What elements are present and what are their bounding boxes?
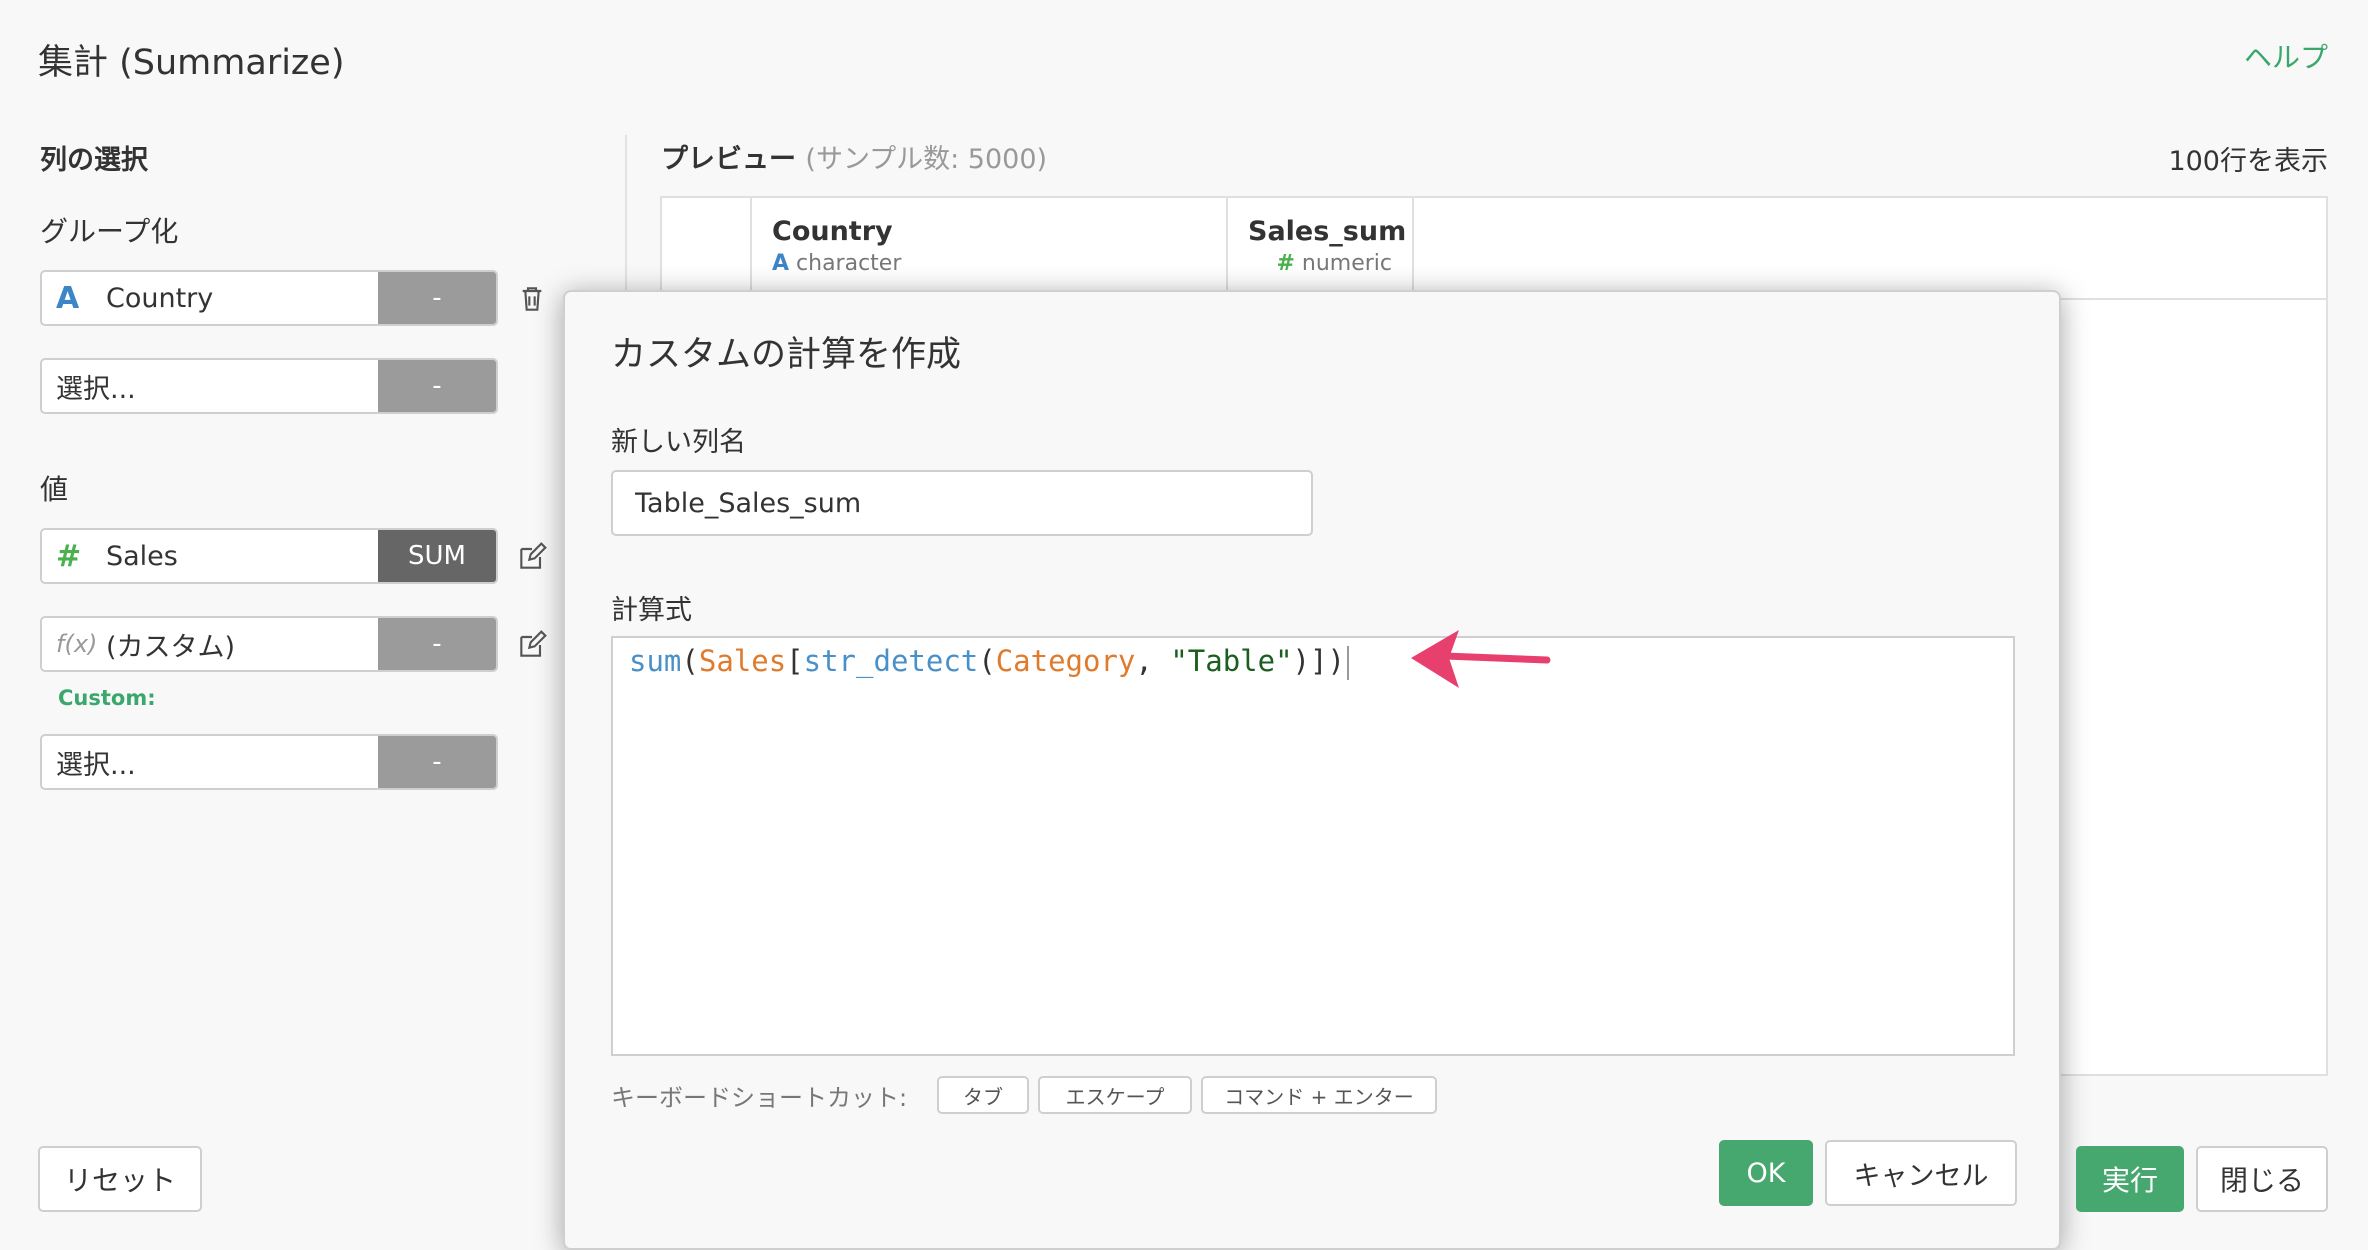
page-title: 集計 (Summarize) [38,43,345,83]
value-field-name: Sales [106,540,178,572]
ok-button[interactable]: OK [1719,1140,1813,1206]
cancel-button[interactable]: キャンセル [1825,1140,2017,1206]
column-header-country[interactable]: Country A character [752,198,1228,298]
run-button[interactable]: 実行 [2076,1146,2184,1212]
group-field-agg-button[interactable]: - [378,272,496,324]
group-field-country[interactable]: A Country - [40,270,498,326]
column-type-text: character [796,251,902,276]
sample-size-info: (サンプル数: 5000) [805,144,1048,175]
formula-token: ( [681,644,699,678]
group-field-select[interactable]: 選択... - [40,358,498,414]
column-type-text: numeric [1301,251,1392,276]
shortcut-command-enter[interactable]: コマンド + エンター [1201,1076,1437,1114]
custom-field-name: (カスタム) [106,631,236,663]
column-type: A character [772,251,1206,276]
help-link[interactable]: ヘルプ [2244,36,2328,76]
formula-token: [ [786,644,804,678]
value-select-agg-button[interactable]: - [378,736,496,788]
rows-info[interactable]: 100行を表示 [2168,139,2328,178]
value-select-placeholder: 選択... [56,749,136,781]
column-name: Country [772,216,893,247]
edit-icon[interactable] [516,629,548,661]
formula-token: sum [629,644,682,678]
formula-token: ( [978,644,996,678]
group-select-agg-button[interactable]: - [378,360,496,412]
preview-title: プレビュー (サンプル数: 5000) [661,137,1047,176]
shortcut-tab[interactable]: タブ [937,1076,1029,1114]
column-selection-title: 列の選択 [40,145,148,176]
column-type: # numeric [1248,251,1392,276]
group-field-name: Country [106,282,214,314]
trash-icon[interactable] [516,283,548,315]
values-label: 値 [40,473,69,506]
formula-token: , [1135,644,1171,678]
character-type-icon: A [56,280,80,316]
dialog-title: カスタムの計算を作成 [611,335,962,375]
close-button[interactable]: 閉じる [2196,1146,2328,1212]
formula-editor[interactable]: sum(Sales[str_detect(Category, "Table")]… [611,636,2015,1056]
table-header: Country A character Sales_sum # numeric [662,198,1414,298]
custom-label: Custom: [58,686,156,710]
formula-token: Sales [698,644,787,678]
text-cursor [1346,646,1349,680]
numeric-type-icon: # [1276,251,1295,276]
new-column-name-label: 新しい列名 [611,427,746,458]
reset-button[interactable]: リセット [38,1146,202,1212]
column-name: Sales_sum [1248,216,1407,247]
preview-title-text: プレビュー [661,144,796,175]
value-field-agg-button[interactable]: SUM [378,530,496,582]
formula-token: Category [995,644,1136,678]
new-column-name-input[interactable] [611,470,1313,536]
pointer-arrow-icon [1411,630,1551,688]
custom-calculation-dialog: カスタムの計算を作成 新しい列名 計算式 sum(Sales[str_detec… [563,290,2061,1250]
value-field-sales[interactable]: # Sales SUM [40,528,498,584]
numeric-type-icon: # [56,538,82,574]
value-field-select[interactable]: 選択... - [40,734,498,790]
shortcut-escape[interactable]: エスケープ [1038,1076,1192,1114]
function-type-icon: f(x) [56,630,98,658]
keyboard-shortcut-label: キーボードショートカット: [611,1084,908,1112]
custom-field-agg-button[interactable]: - [378,618,496,670]
group-by-label: グループ化 [40,215,179,248]
formula-label: 計算式 [611,595,692,626]
edit-icon[interactable] [516,541,548,573]
column-header-sales-sum[interactable]: Sales_sum # numeric [1228,198,1414,298]
formula-token: )]) [1292,644,1345,678]
group-select-placeholder: 選択... [56,373,136,405]
formula-token: str_detect [803,644,979,678]
formula-token: "Table" [1170,644,1293,678]
row-number-column [662,198,752,298]
value-field-custom[interactable]: f(x) (カスタム) - [40,616,498,672]
character-type-icon: A [772,251,790,276]
